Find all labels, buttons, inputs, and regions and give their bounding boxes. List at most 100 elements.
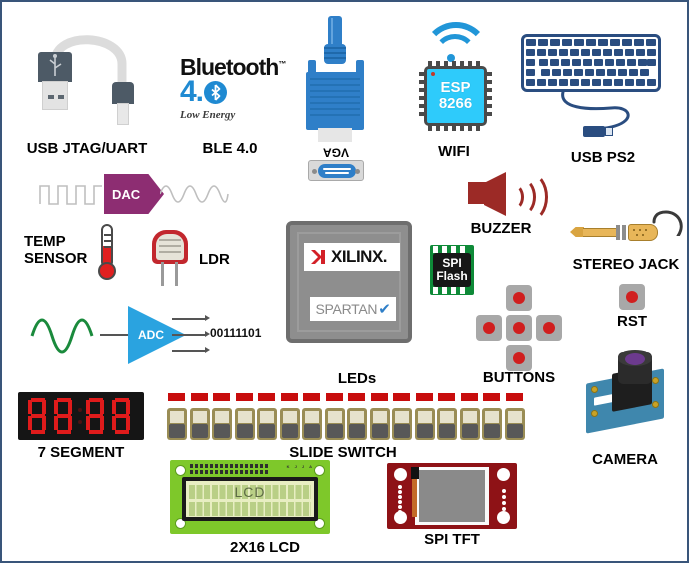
keyboard-key (610, 39, 620, 46)
label-buttons: BUTTONS (482, 369, 556, 386)
tft-pin (398, 515, 402, 519)
button-left[interactable] (476, 315, 502, 341)
slide-switch-row[interactable] (167, 408, 527, 442)
lcd-header-pin (210, 470, 213, 474)
keyboard-key (605, 59, 614, 66)
keyboard-key (640, 69, 649, 76)
label-usb-jtag-uart: USB JTAG/UART (26, 140, 148, 157)
keyboard-key (539, 59, 548, 66)
lcd-header-pin (240, 470, 243, 474)
slide-switch-14[interactable] (459, 408, 480, 440)
keyboard-key (625, 49, 634, 56)
tft-pin (502, 489, 506, 493)
lcd-header-pin (200, 464, 203, 468)
lcd-header-pin (250, 464, 253, 468)
dac-block: DAC (104, 174, 164, 214)
label-ble: BLE 4.0 (202, 140, 258, 157)
tft-pin (398, 485, 402, 489)
slide-switch-9[interactable] (347, 408, 367, 440)
slide-switch-13[interactable] (437, 408, 457, 440)
led-10 (370, 393, 388, 401)
led-3 (213, 393, 230, 401)
slide-switch-4[interactable] (234, 408, 255, 440)
keyboard-key (646, 39, 656, 46)
keyboard-key (561, 59, 570, 66)
button-center[interactable] (506, 315, 532, 341)
tft-pin (398, 495, 402, 499)
keyboard-key (559, 49, 568, 56)
slide-switch-2[interactable] (189, 408, 210, 440)
keyboard-key (562, 39, 572, 46)
keyboard-key (526, 59, 535, 66)
vga-port-icon (308, 160, 364, 181)
label-2x16-lcd: 2X16 LCD (229, 539, 301, 556)
spartan-check-icon: ✔ (378, 301, 391, 318)
seven-segment-display (18, 392, 144, 440)
label-vga: VGA (322, 145, 350, 160)
keyboard-key (616, 59, 625, 66)
slide-switch-3[interactable] (212, 408, 232, 440)
lcd-header-pin (220, 470, 223, 474)
keyboard-key (647, 79, 656, 86)
led-1 (168, 393, 185, 401)
keyboard-key (541, 69, 550, 76)
ldr-icon (150, 230, 190, 286)
button-up[interactable] (506, 285, 532, 311)
keyboard-key (585, 69, 594, 76)
slide-switch-15[interactable] (482, 408, 502, 440)
keyboard-key (594, 59, 603, 66)
thermometer-icon (96, 224, 118, 284)
keyboard-key (548, 49, 557, 56)
esp8266-chip-icon: ESP 8266 (424, 66, 487, 126)
slide-switch-11[interactable] (392, 408, 412, 440)
slide-switch-8[interactable] (324, 408, 345, 440)
buttons-group (476, 285, 562, 371)
keyboard-key (526, 39, 536, 46)
lcd-header-pin (260, 470, 263, 474)
usb-type-a-plug-icon (38, 52, 72, 110)
label-ldr: LDR (199, 251, 230, 268)
keyboard-key (570, 49, 579, 56)
keyboard-key (538, 39, 548, 46)
lcd-screen-text: LCD (234, 484, 266, 500)
reset-button[interactable] (619, 284, 645, 310)
tft-pin (398, 500, 402, 504)
keyboard-key (638, 59, 647, 66)
lcd-header-pin (205, 470, 208, 474)
led-13 (438, 393, 455, 401)
lcd-header-pin (190, 464, 193, 468)
slide-switch-10[interactable] (369, 408, 390, 440)
keyboard-key (636, 79, 645, 86)
slide-switch-1[interactable] (167, 408, 187, 440)
seven-segment-digit-1 (28, 398, 50, 434)
slide-switch-16[interactable] (504, 408, 525, 440)
button-down[interactable] (506, 345, 532, 371)
xilinx-logo: XILINX. (304, 243, 400, 271)
label-spi-tft: SPI TFT (424, 531, 480, 548)
keyboard-key (614, 49, 623, 56)
button-right[interactable] (536, 315, 562, 341)
lcd-2x16-module: K J J A LCD (170, 460, 330, 534)
led-5 (258, 393, 275, 401)
keyboard-key (548, 79, 557, 86)
led-11 (393, 393, 410, 401)
keyboard-key (622, 39, 632, 46)
adc-output-bits: 00111101 (210, 326, 262, 340)
spi-flash-label: SPI Flash (433, 253, 471, 287)
slide-switch-12[interactable] (414, 408, 435, 440)
bluetooth-version-number: 4. (180, 75, 204, 108)
led-8 (325, 393, 343, 401)
keyboard-key (592, 49, 601, 56)
vga-plug-body (306, 72, 364, 130)
keyboard-key (581, 79, 590, 86)
slide-switch-7[interactable] (302, 408, 322, 440)
lcd-header-pin (195, 464, 198, 468)
keyboard-key (526, 69, 535, 76)
slide-switch-5[interactable] (257, 408, 277, 440)
lcd-header-pin (265, 470, 268, 474)
led-14 (460, 393, 478, 401)
slide-switch-6[interactable] (279, 408, 300, 440)
led-15 (483, 393, 500, 401)
lcd-header-pin (225, 470, 228, 474)
tft-pin (502, 495, 506, 499)
